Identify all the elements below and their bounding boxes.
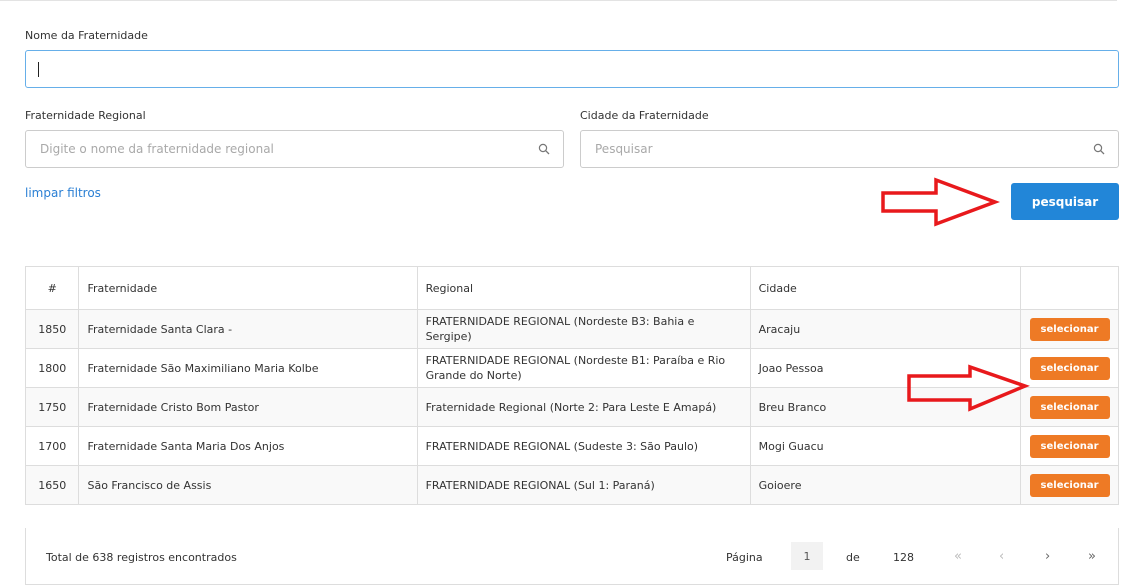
row-action-cell: selecionar xyxy=(1020,348,1119,388)
select-button[interactable]: selecionar xyxy=(1029,434,1110,458)
cidade-fraternidade-input[interactable] xyxy=(580,130,1119,168)
row-number: 1700 xyxy=(24,426,80,466)
table-row: 1650 São Francisco de Assis FRATERNIDADE… xyxy=(24,465,1119,505)
text-cursor xyxy=(38,62,39,77)
total-records-text: Total de 638 registros encontrados xyxy=(46,551,237,564)
search-icon[interactable] xyxy=(1093,143,1105,155)
row-fraternidade: Fraternidade Cristo Bom Pastor xyxy=(78,387,418,427)
page-label: Página xyxy=(726,551,763,564)
select-button[interactable]: selecionar xyxy=(1029,317,1110,341)
select-button[interactable]: selecionar xyxy=(1029,356,1110,380)
total-pages: 128 xyxy=(893,551,914,564)
column-header-regional: Regional xyxy=(416,266,751,310)
row-regional: FRATERNIDADE REGIONAL (Sul 1: Paraná) xyxy=(416,465,751,505)
fraternidade-regional-input[interactable] xyxy=(25,130,564,168)
search-icon[interactable] xyxy=(538,143,550,155)
row-cidade: Goioere xyxy=(749,465,1022,505)
pagination-footer: Total de 638 registros encontrados Págin… xyxy=(25,528,1119,585)
column-header-fraternidade: Fraternidade xyxy=(78,266,418,310)
column-header-cidade: Cidade xyxy=(749,266,1022,310)
nome-fraternidade-label: Nome da Fraternidade xyxy=(25,29,148,42)
select-button[interactable]: selecionar xyxy=(1029,395,1110,419)
prev-page-icon[interactable]: ‹ xyxy=(999,549,1004,564)
top-divider xyxy=(0,0,1117,1)
search-button[interactable]: pesquisar xyxy=(1011,183,1119,220)
row-action-cell: selecionar xyxy=(1020,465,1119,505)
select-button[interactable]: selecionar xyxy=(1029,473,1110,497)
row-number: 1850 xyxy=(24,309,80,349)
fraternidade-regional-label: Fraternidade Regional xyxy=(25,109,146,122)
row-action-cell: selecionar xyxy=(1020,387,1119,427)
nome-fraternidade-input[interactable] xyxy=(25,50,1119,88)
row-fraternidade: Fraternidade Santa Clara - xyxy=(78,309,418,349)
last-page-icon[interactable]: » xyxy=(1088,549,1096,564)
row-regional: FRATERNIDADE REGIONAL (Nordeste B3: Bahi… xyxy=(416,309,751,349)
row-number: 1800 xyxy=(24,348,80,388)
column-header-action xyxy=(1020,266,1119,310)
row-number: 1650 xyxy=(24,465,80,505)
table-row: 1700 Fraternidade Santa Maria Dos Anjos … xyxy=(24,426,1119,466)
clear-filters-link[interactable]: limpar filtros xyxy=(25,186,101,200)
page-of-label: de xyxy=(846,551,860,564)
next-page-icon[interactable]: › xyxy=(1045,549,1050,564)
row-cidade: Aracaju xyxy=(749,309,1022,349)
row-number: 1750 xyxy=(24,387,80,427)
row-fraternidade: Fraternidade São Maximiliano Maria Kolbe xyxy=(78,348,418,388)
table-row: 1850 Fraternidade Santa Clara - FRATERNI… xyxy=(24,309,1119,349)
row-regional: FRATERNIDADE REGIONAL (Nordeste B1: Para… xyxy=(416,348,751,388)
row-action-cell: selecionar xyxy=(1020,426,1119,466)
column-header-number: # xyxy=(24,266,80,310)
annotation-arrow-icon xyxy=(881,177,1000,227)
page-number-input[interactable] xyxy=(791,542,823,570)
row-action-cell: selecionar xyxy=(1020,309,1119,349)
first-page-icon[interactable]: « xyxy=(954,549,962,564)
row-fraternidade: Fraternidade Santa Maria Dos Anjos xyxy=(78,426,418,466)
cidade-fraternidade-label: Cidade da Fraternidade xyxy=(580,109,709,122)
row-regional: FRATERNIDADE REGIONAL (Sudeste 3: São Pa… xyxy=(416,426,751,466)
row-fraternidade: São Francisco de Assis xyxy=(78,465,418,505)
annotation-arrow-icon xyxy=(907,364,1030,412)
row-regional: Fraternidade Regional (Norte 2: Para Les… xyxy=(416,387,751,427)
table-header-row: # Fraternidade Regional Cidade xyxy=(24,266,1119,310)
row-cidade: Mogi Guacu xyxy=(749,426,1022,466)
